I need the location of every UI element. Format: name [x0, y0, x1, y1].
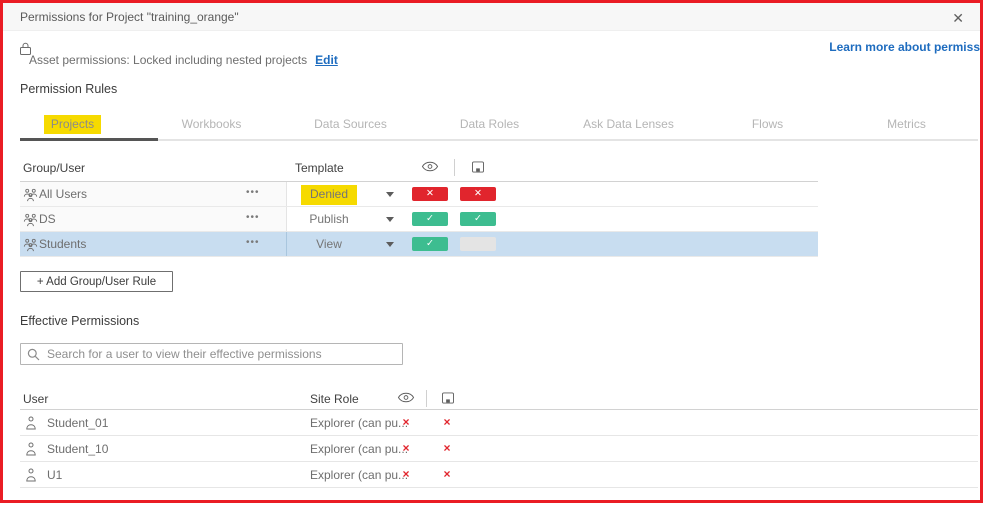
user-icon: [25, 468, 37, 482]
template-column-header: Template: [295, 161, 344, 175]
chevron-down-icon[interactable]: [386, 217, 394, 222]
rule-row-students[interactable]: Students ••• View ✓: [20, 232, 818, 257]
tab-projects[interactable]: Projects: [3, 113, 142, 137]
effective-user-site-role: Explorer (can pu...: [310, 442, 408, 456]
rule-row-ds[interactable]: DS ••• Publish ✓ ✓: [20, 207, 818, 232]
rule-group-name: Students: [39, 237, 86, 251]
view-denied-mark: ×: [402, 467, 409, 481]
row-actions-menu-icon[interactable]: •••: [242, 183, 264, 202]
user-column-header: User: [23, 392, 48, 406]
search-input[interactable]: [20, 343, 403, 365]
effective-user-site-role: Explorer (can pu...: [310, 468, 408, 482]
add-group-user-rule-button[interactable]: + Add Group/User Rule: [20, 271, 173, 292]
group-user-column-header: Group/User: [23, 161, 85, 175]
rules-table-header: Group/User Template: [20, 155, 818, 182]
publish-denied-mark: ×: [443, 467, 450, 481]
permission-rules-heading: Permission Rules: [20, 82, 117, 96]
effective-user-name: U1: [47, 468, 62, 482]
publish-capability-icon: [442, 392, 455, 404]
view-capability-badge[interactable]: ✕: [412, 187, 448, 201]
active-tab-indicator: [20, 138, 158, 141]
permissions-dialog: Permissions for Project "training_orange…: [3, 3, 980, 500]
annotation-border: Permissions for Project "training_orange…: [0, 0, 983, 503]
header-icon-divider: [426, 390, 427, 407]
site-role-column-header: Site Role: [310, 392, 359, 406]
template-dropdown[interactable]: View: [286, 232, 372, 256]
view-capability-badge[interactable]: ✓: [412, 237, 448, 251]
publish-capability-icon: [472, 161, 485, 173]
view-capability-badge[interactable]: ✓: [412, 212, 448, 226]
dialog-titlebar: Permissions for Project "training_orange…: [3, 3, 980, 31]
rule-group-name: DS: [39, 212, 56, 226]
chevron-down-icon[interactable]: [386, 242, 394, 247]
template-dropdown[interactable]: Denied: [286, 182, 372, 206]
effective-user-name: Student_10: [47, 442, 108, 456]
tab-data-roles[interactable]: Data Roles: [420, 113, 559, 137]
edit-link[interactable]: Edit: [315, 53, 338, 67]
dialog-title: Permissions for Project "training_orange…: [20, 10, 239, 24]
publish-denied-mark: ×: [443, 441, 450, 455]
view-capability-icon: [422, 161, 439, 172]
effective-permissions-table: User Site Role Student_01 Explorer (can …: [20, 386, 978, 488]
tab-workbooks[interactable]: Workbooks: [142, 113, 281, 137]
row-actions-menu-icon[interactable]: •••: [242, 233, 264, 252]
tab-ask-data-lenses[interactable]: Ask Data Lenses: [559, 113, 698, 137]
user-icon: [25, 416, 37, 430]
group-icon: [23, 238, 38, 252]
tab-data-sources[interactable]: Data Sources: [281, 113, 420, 137]
effective-user-row: U1 Explorer (can pu... × ×: [20, 462, 978, 488]
permission-tabs: Projects Workbooks Data Sources Data Rol…: [3, 113, 980, 141]
tab-metrics[interactable]: Metrics: [837, 113, 976, 137]
learn-more-link[interactable]: Learn more about permiss: [829, 40, 980, 54]
view-capability-icon: [398, 392, 415, 403]
publish-capability-badge[interactable]: [460, 237, 496, 251]
template-dropdown[interactable]: Publish: [286, 207, 372, 231]
effective-user-row: Student_01 Explorer (can pu... × ×: [20, 410, 978, 436]
rule-group-name: All Users: [39, 187, 87, 201]
chevron-down-icon[interactable]: [386, 192, 394, 197]
effective-user-name: Student_01: [47, 416, 108, 430]
effective-permissions-heading: Effective Permissions: [20, 314, 139, 328]
header-icon-divider: [454, 159, 455, 176]
publish-capability-badge[interactable]: ✓: [460, 212, 496, 226]
tabs-divider: [20, 139, 978, 141]
row-actions-menu-icon[interactable]: •••: [242, 208, 264, 227]
view-denied-mark: ×: [402, 441, 409, 455]
group-icon: [23, 188, 38, 202]
close-icon[interactable]: ✕: [948, 8, 968, 29]
view-denied-mark: ×: [402, 415, 409, 429]
effective-user-site-role: Explorer (can pu...: [310, 416, 408, 430]
user-icon: [25, 442, 37, 456]
publish-capability-badge[interactable]: ✕: [460, 187, 496, 201]
permission-rules-table: Group/User Template All User: [20, 155, 818, 257]
rule-row-all-users[interactable]: All Users ••• Denied ✕ ✕: [20, 182, 818, 207]
publish-denied-mark: ×: [443, 415, 450, 429]
users-table-header: User Site Role: [20, 386, 978, 410]
tab-flows[interactable]: Flows: [698, 113, 837, 137]
effective-permissions-search: [20, 343, 403, 365]
asset-permissions-text: Asset permissions: Locked including nest…: [29, 53, 307, 67]
group-icon: [23, 213, 38, 227]
search-icon: [27, 348, 40, 361]
effective-user-row: Student_10 Explorer (can pu... × ×: [20, 436, 978, 462]
